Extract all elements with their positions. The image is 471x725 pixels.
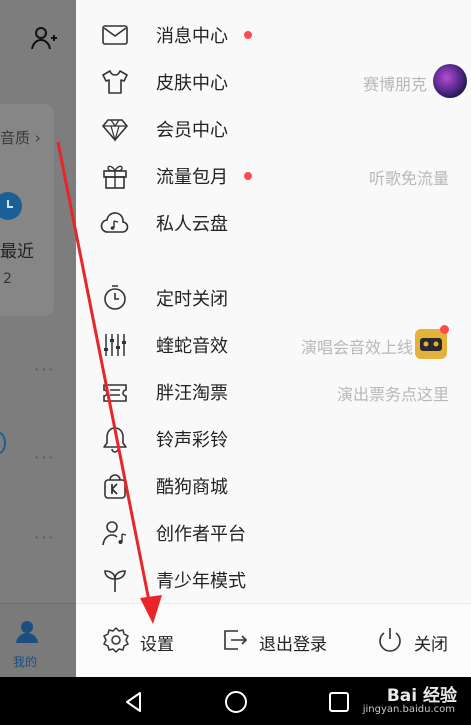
menu-label: 青少年模式	[156, 571, 246, 592]
menu-label: 流量包月	[156, 167, 228, 188]
ticket-icon	[103, 384, 127, 402]
diamond-icon	[102, 119, 128, 143]
partial-icon	[0, 432, 6, 454]
menu-label: 蝰蛇音效	[156, 336, 228, 357]
settings-label: 设置	[140, 635, 174, 655]
menu-label: 私人云盘	[156, 214, 228, 235]
recent-clock-icon	[0, 192, 22, 220]
notification-badge	[244, 172, 252, 180]
menu-label: 皮肤中心	[156, 73, 228, 94]
bell-icon	[103, 427, 127, 453]
tshirt-icon	[102, 70, 128, 94]
menu-item-teen-mode[interactable]: 青少年模式	[76, 556, 471, 602]
notification-badge	[440, 325, 449, 334]
watermark: Bai 经验	[386, 686, 457, 706]
more-dots-icon[interactable]: ···	[34, 360, 55, 379]
recent-count: 2	[3, 271, 12, 287]
equalizer-icon	[104, 334, 126, 356]
menu-item-message-center[interactable]: 消息中心	[76, 11, 471, 57]
logout-icon	[224, 630, 248, 650]
menu-label: 消息中心	[156, 26, 228, 47]
sprout-icon	[104, 570, 126, 592]
menu-subtitle: 听歌免流量	[368, 169, 449, 188]
my-profile-icon[interactable]	[14, 618, 40, 644]
menu-subtitle: 演出票务点这里	[336, 385, 449, 404]
gear-icon	[103, 627, 129, 653]
back-icon[interactable]	[122, 690, 146, 714]
tab-my[interactable]: 我的	[13, 653, 37, 670]
menu-subtitle: 演唱会音效上线	[300, 338, 413, 357]
logout-label: 退出登录	[259, 635, 327, 655]
skin-thumbnail	[433, 64, 467, 98]
menu-item-store[interactable]: 酷狗商城	[76, 462, 471, 508]
menu-label: 酷狗商城	[156, 477, 228, 498]
menu-subtitle: 赛博朋克	[362, 75, 427, 94]
menu-item-creator-platform[interactable]: 创作者平台	[76, 509, 471, 555]
menu-label: 定时关闭	[156, 289, 228, 310]
creator-icon	[102, 521, 127, 546]
home-icon[interactable]	[224, 690, 248, 714]
menu-item-data-plan[interactable]: 流量包月 听歌免流量	[76, 152, 471, 198]
bottom-tab-bar: 我的	[0, 603, 76, 677]
menu-item-vip-center[interactable]: 会员中心	[76, 105, 471, 151]
timer-icon	[104, 285, 126, 310]
menu-label: 铃声彩铃	[156, 430, 228, 451]
notification-badge	[244, 31, 252, 39]
mail-icon	[102, 25, 128, 45]
system-nav-bar: Bai 经验 jingyan.baidu.com	[0, 677, 471, 725]
sound-effect-thumbnail	[415, 325, 449, 359]
menu-item-sleep-timer[interactable]: 定时关闭	[76, 274, 471, 320]
close-label: 关闭	[414, 635, 448, 655]
cloud-music-icon	[100, 212, 129, 233]
more-dots-icon[interactable]: ···	[34, 528, 55, 547]
menu-label: 创作者平台	[156, 524, 246, 545]
recents-icon[interactable]	[327, 690, 351, 714]
quality-link[interactable]: 音质 ›	[0, 127, 41, 148]
menu-label: 会员中心	[156, 120, 228, 141]
more-dots-icon[interactable]: ···	[34, 448, 55, 467]
recent-label[interactable]: 最近	[0, 237, 34, 262]
menu-label: 胖汪淘票	[156, 383, 228, 404]
menu-item-ringtones[interactable]: 铃声彩铃	[76, 415, 471, 461]
menu-item-cloud-disk[interactable]: 私人云盘	[76, 199, 471, 245]
power-icon	[379, 628, 401, 652]
menu-item-sound-effects[interactable]: 蝰蛇音效 演唱会音效上线	[76, 321, 471, 367]
side-drawer: 消息中心 皮肤中心 赛博朋克 会员中心 流量包月 听歌免流量 私人云盘 定时关闭…	[76, 0, 471, 678]
drawer-footer: 设置 退出登录 关闭	[76, 603, 471, 678]
shopping-bag-icon	[104, 474, 126, 499]
add-user-icon[interactable]	[30, 24, 58, 52]
gift-icon	[103, 165, 127, 189]
watermark-url: jingyan.baidu.com	[362, 704, 455, 715]
menu-item-skin-center[interactable]: 皮肤中心 赛博朋克	[76, 58, 471, 104]
background-app: 音质 › 最近 2 ··· ··· ··· 我的	[0, 0, 76, 677]
menu-item-tickets[interactable]: 胖汪淘票 演出票务点这里	[76, 368, 471, 414]
